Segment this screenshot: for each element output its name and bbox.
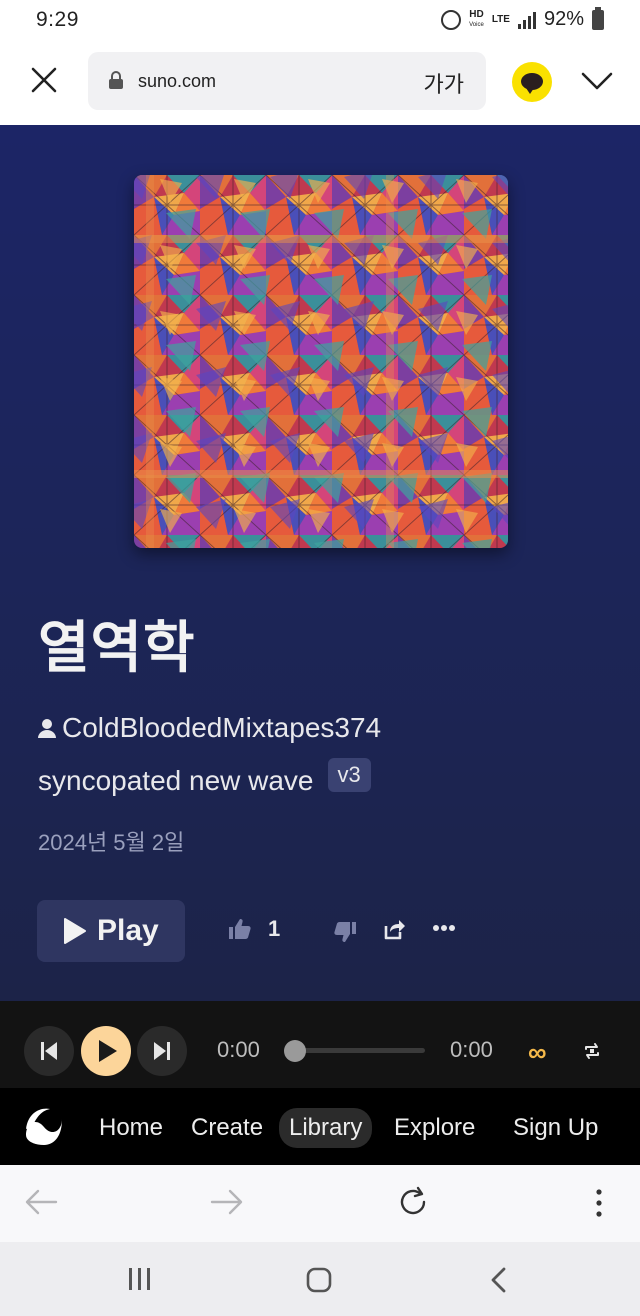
battery-percent: 92% bbox=[543, 8, 584, 30]
player-play-button[interactable] bbox=[81, 1026, 131, 1076]
status-time: 9:29 bbox=[36, 8, 79, 31]
player-bar: 0:00 0:00 ∞ bbox=[0, 1001, 640, 1088]
nav-home[interactable]: Home bbox=[89, 1108, 173, 1148]
nav-explore[interactable]: Explore bbox=[384, 1108, 485, 1148]
page: 9:29 HD Voice LTE 92% suno.com 가가 열역학 Co… bbox=[0, 0, 640, 1316]
song-title: 열역학 bbox=[38, 616, 196, 679]
skip-next-icon bbox=[154, 1042, 170, 1060]
repeat-icon[interactable] bbox=[582, 1041, 602, 1061]
progress-track[interactable] bbox=[295, 1048, 425, 1053]
browser-toolbar: suno.com 가가 bbox=[0, 40, 640, 125]
nav-sign-up[interactable]: Sign Up bbox=[503, 1108, 608, 1148]
alarm-icon bbox=[441, 9, 462, 30]
thumbs-down-icon[interactable] bbox=[333, 920, 357, 944]
duration-time: 0:00 bbox=[450, 1037, 493, 1062]
nav-create[interactable]: Create bbox=[181, 1108, 273, 1148]
play-button[interactable]: Play bbox=[37, 900, 185, 962]
back-icon[interactable] bbox=[488, 1266, 510, 1294]
home-icon[interactable] bbox=[305, 1266, 333, 1294]
album-cover bbox=[134, 175, 508, 548]
nav-library[interactable]: Library bbox=[279, 1108, 373, 1148]
signal-icon bbox=[517, 11, 536, 29]
progress-handle[interactable] bbox=[284, 1040, 306, 1062]
lock-icon bbox=[109, 71, 123, 89]
artist-link[interactable]: ColdBloodedMixtapes374 bbox=[38, 712, 381, 744]
like-count: 1 bbox=[268, 916, 281, 941]
chevron-down-icon[interactable] bbox=[580, 68, 614, 94]
previous-button[interactable] bbox=[24, 1026, 74, 1076]
thumbs-up-icon[interactable] bbox=[228, 917, 252, 941]
current-time: 0:00 bbox=[217, 1037, 260, 1062]
suno-logo-icon[interactable] bbox=[24, 1107, 64, 1147]
text-size-button[interactable]: 가가 bbox=[424, 67, 464, 99]
hd-voice-indicator: HD Voice bbox=[469, 8, 484, 28]
forward-arrow-icon[interactable] bbox=[210, 1187, 244, 1217]
play-icon bbox=[64, 918, 86, 944]
kakao-talk-icon[interactable] bbox=[512, 62, 552, 102]
site-nav: Home Create Library Explore Sign Up bbox=[0, 1088, 640, 1165]
system-nav-bar bbox=[0, 1242, 640, 1316]
close-icon[interactable] bbox=[26, 62, 62, 98]
lte-indicator: LTE bbox=[491, 13, 510, 25]
share-icon[interactable] bbox=[382, 917, 406, 941]
url-text: suno.com bbox=[138, 71, 217, 91]
user-icon bbox=[38, 719, 56, 738]
status-bar: 9:29 HD Voice LTE 92% bbox=[0, 0, 640, 40]
recent-apps-icon[interactable] bbox=[127, 1266, 153, 1292]
song-style: syncopated new wave bbox=[38, 765, 314, 796]
play-label: Play bbox=[97, 914, 159, 947]
next-button[interactable] bbox=[137, 1026, 187, 1076]
skip-previous-icon bbox=[41, 1042, 57, 1060]
song-date: 2024년 5월 2일 bbox=[38, 830, 185, 855]
style-row: syncopated new wave v3 bbox=[38, 758, 371, 797]
artist-name: ColdBloodedMixtapes374 bbox=[62, 712, 382, 743]
address-bar[interactable]: suno.com 가가 bbox=[88, 52, 486, 110]
status-indicators: HD Voice LTE 92% bbox=[441, 6, 604, 31]
battery-icon bbox=[592, 6, 604, 30]
browser-bottom-bar bbox=[0, 1165, 640, 1242]
reload-icon[interactable] bbox=[396, 1185, 430, 1219]
menu-icon[interactable] bbox=[590, 1188, 608, 1218]
play-icon bbox=[99, 1040, 117, 1062]
more-icon[interactable] bbox=[433, 924, 455, 932]
back-arrow-icon[interactable] bbox=[24, 1187, 58, 1217]
version-badge: v3 bbox=[327, 758, 371, 792]
song-page: 열역학 ColdBloodedMixtapes374 syncopated ne… bbox=[0, 125, 640, 1001]
infinity-icon[interactable]: ∞ bbox=[528, 1037, 547, 1068]
